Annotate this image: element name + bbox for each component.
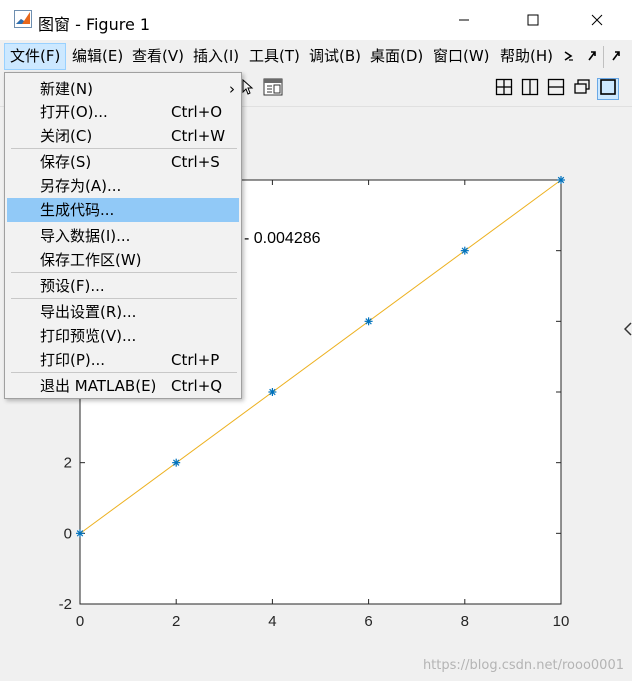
- menu-item-shortcut: Ctrl+W: [171, 127, 226, 145]
- file-menu-new[interactable]: 新建(N) ›: [7, 77, 239, 101]
- menu-separator: [11, 272, 237, 273]
- menu-item-shortcut: Ctrl+P: [171, 351, 220, 369]
- x-tick-label: 2: [172, 613, 180, 630]
- file-menu-import-data[interactable]: 导入数据(I)...: [7, 224, 239, 248]
- x-tick-label: 8: [461, 613, 469, 630]
- file-menu-close[interactable]: 关闭(C) Ctrl+W: [7, 124, 239, 148]
- menu-separator: [11, 298, 237, 299]
- watermark: https://blog.csdn.net/rooo0001: [422, 658, 624, 673]
- matlab-logo-icon: [14, 10, 32, 28]
- maximize-tile-button[interactable]: [597, 78, 619, 100]
- plot-title-fragment: - 0.004286: [244, 230, 321, 247]
- menu-item-label: 预设(F)...: [40, 277, 105, 295]
- menu-item-label: 生成代码...: [40, 201, 115, 219]
- menu-item-label: 保存工作区(W): [40, 251, 142, 269]
- file-menu-export-setup[interactable]: 导出设置(R)...: [7, 300, 239, 324]
- menu-tools[interactable]: 工具(T): [244, 43, 305, 70]
- menu-divider: [603, 46, 604, 68]
- menu-item-label: 导入数据(I)...: [40, 227, 131, 245]
- maximize-tile-icon: [599, 78, 617, 100]
- data-point-marker: [268, 388, 277, 396]
- y-tick-label: 0: [64, 525, 72, 542]
- file-menu-exit[interactable]: 退出 MATLAB(E) Ctrl+Q: [7, 374, 239, 398]
- maximize-button[interactable]: [510, 0, 556, 40]
- minimize-button[interactable]: [441, 0, 487, 40]
- menu-edit[interactable]: 编辑(E): [67, 43, 128, 70]
- x-tick-label: 6: [364, 613, 372, 630]
- file-menu-print-preview[interactable]: 打印预览(V)...: [7, 324, 239, 348]
- menu-item-label: 打印(P)...: [40, 351, 106, 369]
- menu-help[interactable]: 帮助(H): [495, 43, 558, 70]
- menu-bar: 文件(F) 编辑(E) 查看(V) 插入(I) 工具(T) 调试(B) 桌面(D…: [0, 40, 632, 72]
- file-menu-print[interactable]: 打印(P)... Ctrl+P: [7, 348, 239, 372]
- file-menu-generate-code[interactable]: 生成代码...: [7, 198, 239, 222]
- window-title: 图窗 - Figure 1: [38, 15, 151, 34]
- background-window-chevron-icon: [623, 322, 632, 336]
- tile-rows-button[interactable]: [545, 78, 567, 100]
- maximize-icon: [527, 14, 539, 26]
- property-inspector-button[interactable]: [262, 78, 284, 100]
- float-window-icon: [573, 78, 591, 100]
- file-menu-dropdown: 新建(N) › 打开(O)... Ctrl+O 关闭(C) Ctrl+W 保存(…: [4, 72, 242, 399]
- x-tick-label: 4: [268, 613, 276, 630]
- menu-item-label: 另存为(A)...: [40, 177, 122, 195]
- menu-debug[interactable]: 调试(B): [304, 43, 366, 70]
- close-button[interactable]: [574, 0, 620, 40]
- menu-window[interactable]: 窗口(W): [428, 43, 495, 70]
- tile-rows-icon: [547, 78, 565, 100]
- file-menu-preferences[interactable]: 预设(F)...: [7, 274, 239, 298]
- y-tick-label: -2: [59, 596, 72, 613]
- file-menu-open[interactable]: 打开(O)... Ctrl+O: [7, 100, 239, 124]
- submenu-arrow-icon: ›: [229, 80, 235, 98]
- tile-columns-button[interactable]: [519, 78, 541, 100]
- minimize-icon: [458, 14, 470, 26]
- x-tick-label: 0: [76, 613, 84, 630]
- tile-grid-icon: [495, 78, 513, 100]
- file-menu-save-workspace[interactable]: 保存工作区(W): [7, 248, 239, 272]
- menu-insert[interactable]: 插入(I): [188, 43, 244, 70]
- menu-separator: [11, 148, 237, 149]
- dock-arrow-icon[interactable]: [586, 49, 598, 67]
- float-window-button[interactable]: [571, 78, 593, 100]
- undock-arrow-icon[interactable]: [610, 49, 622, 67]
- menu-desktop[interactable]: 桌面(D): [365, 43, 428, 70]
- menu-file[interactable]: 文件(F): [4, 43, 67, 70]
- menu-item-label: 导出设置(R)...: [40, 303, 137, 321]
- menu-item-label: 退出 MATLAB(E): [40, 377, 157, 395]
- title-bar: 图窗 - Figure 1: [0, 0, 632, 40]
- menu-item-label: 关闭(C): [40, 127, 93, 145]
- file-menu-save[interactable]: 保存(S) Ctrl+S: [7, 150, 239, 174]
- menu-item-label: 新建(N): [40, 80, 93, 98]
- data-point-marker: [557, 176, 565, 184]
- close-icon: [591, 14, 603, 26]
- menu-item-shortcut: Ctrl+Q: [171, 377, 223, 395]
- x-tick-label: 10: [553, 613, 570, 630]
- tile-columns-icon: [521, 78, 539, 100]
- menu-item-shortcut: Ctrl+O: [171, 103, 223, 121]
- y-tick-label: 2: [64, 455, 72, 472]
- menu-view[interactable]: 查看(V): [127, 43, 189, 70]
- data-point-marker: [172, 458, 181, 467]
- menu-item-shortcut: Ctrl+S: [171, 153, 220, 171]
- arrow-cursor-icon: [240, 78, 254, 99]
- menu-item-label: 打印预览(V)...: [40, 327, 137, 345]
- menu-item-label: 打开(O)...: [40, 103, 108, 121]
- property-inspector-icon: [263, 78, 283, 100]
- file-menu-save-as[interactable]: 另存为(A)...: [7, 174, 239, 198]
- menu-item-label: 保存(S): [40, 153, 92, 171]
- menu-separator: [11, 372, 237, 373]
- tile-grid-button[interactable]: [493, 78, 515, 100]
- chevron-right-icon[interactable]: [563, 49, 575, 67]
